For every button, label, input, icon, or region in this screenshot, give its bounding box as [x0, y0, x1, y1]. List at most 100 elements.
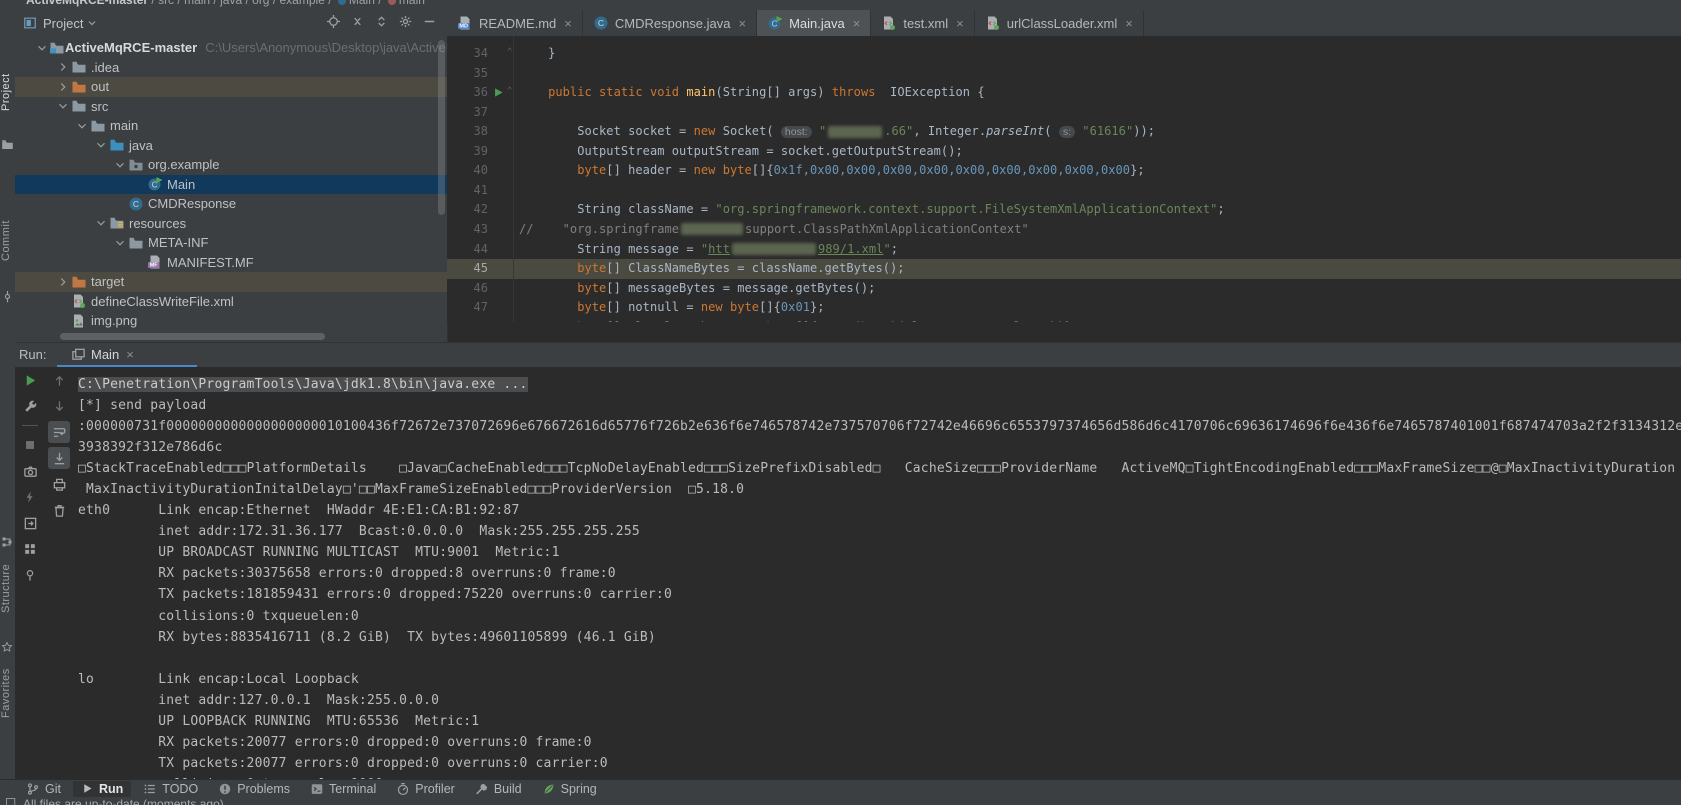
tool-stripe-favorites[interactable]: Favorites	[0, 660, 15, 726]
chevron-right-icon[interactable]	[54, 60, 71, 74]
rerun-button[interactable]	[19, 369, 41, 391]
chevron-down-icon[interactable]	[86, 17, 98, 29]
tree-item-cmdresponse[interactable]: CCMDResponse	[15, 194, 447, 214]
chevron-right-icon[interactable]	[54, 275, 71, 289]
code-token: [] header =	[606, 163, 693, 177]
commit-tool-icon[interactable]	[1, 290, 14, 303]
tree-item--idea[interactable]: .idea	[15, 58, 447, 78]
chevron-down-icon[interactable]	[35, 41, 49, 55]
tree-item-manifest-mf[interactable]: MFMANIFEST.MF	[15, 253, 447, 273]
code-token: 0x01	[781, 300, 810, 314]
breadcrumb-item[interactable]: Main	[349, 0, 375, 7]
tree-item-img-png[interactable]: img.png	[15, 311, 447, 331]
collapse-all-icon[interactable]	[350, 14, 365, 29]
breadcrumb-item[interactable]: java	[220, 0, 242, 7]
project-panel-header: Project	[15, 10, 447, 36]
wrench-button[interactable]	[19, 395, 41, 417]
arrow-up-button[interactable]	[48, 369, 70, 391]
zap-button[interactable]	[19, 486, 41, 508]
arrow-down-button[interactable]	[48, 395, 70, 417]
close-icon[interactable]: ×	[1125, 16, 1133, 31]
tab-readme-md[interactable]: MDREADME.md×	[447, 10, 583, 36]
pin-button[interactable]	[19, 564, 41, 586]
chevron-down-icon[interactable]	[73, 119, 90, 133]
settings-icon[interactable]	[398, 14, 413, 29]
code-editor[interactable]: 34⌃ }3536⌃ public static void main(Strin…	[447, 36, 1681, 322]
breadcrumb-item[interactable]: src	[158, 0, 174, 7]
toolwindow-button-terminal[interactable]: Terminal	[302, 781, 384, 797]
tree-item-target[interactable]: target	[15, 272, 447, 292]
run-tab-label: Main	[91, 347, 119, 362]
tool-stripe-project[interactable]: Project	[0, 55, 15, 130]
tab-urlclassloader-xml[interactable]: urlClassLoader.xml×	[975, 10, 1144, 36]
toolwindow-button-todo[interactable]: TODO	[135, 781, 206, 797]
run-line-icon[interactable]	[493, 87, 504, 102]
locate-icon[interactable]	[326, 14, 341, 29]
camera-button[interactable]	[19, 460, 41, 482]
folder-tool-icon[interactable]	[1, 138, 14, 151]
fold-marker-icon[interactable]: ⌃	[507, 47, 512, 57]
toolwindow-button-build[interactable]: Build	[467, 781, 530, 797]
tree-item-activemqrce-master[interactable]: ActiveMqRCE-masterC:\Users\Anonymous\Des…	[15, 38, 447, 58]
breadcrumb-item[interactable]: main	[399, 0, 425, 7]
close-icon[interactable]: ×	[853, 16, 861, 31]
code-token: , Integer.	[913, 124, 986, 138]
close-icon[interactable]: ×	[739, 16, 747, 31]
breadcrumb-item[interactable]: org	[252, 0, 269, 7]
code-token: Socket socket =	[519, 124, 694, 138]
scroll-end-button[interactable]	[48, 447, 70, 469]
toolwindow-button-git[interactable]: Git	[18, 781, 69, 797]
tab-main-java[interactable]: CMain.java×	[757, 10, 871, 36]
trash-button[interactable]	[48, 499, 70, 521]
svg-text:C: C	[598, 18, 604, 28]
breadcrumb-item[interactable]: main	[184, 0, 210, 7]
tab-cmdresponse-java[interactable]: CCMDResponse.java×	[583, 10, 757, 36]
tree-item-main[interactable]: CMain	[15, 175, 447, 195]
restore-button[interactable]	[19, 512, 41, 534]
tree-item-org-example[interactable]: org.example	[15, 155, 447, 175]
stop-button[interactable]	[19, 434, 41, 456]
tree-item-java[interactable]: java	[15, 136, 447, 156]
chevron-down-icon[interactable]	[111, 158, 128, 172]
expand-all-icon[interactable]	[374, 14, 389, 29]
project-panel-title[interactable]: Project	[43, 16, 83, 31]
tree-vertical-scrollbar[interactable]	[438, 40, 445, 215]
grid-button[interactable]	[19, 538, 41, 560]
close-icon[interactable]: ×	[126, 347, 134, 362]
run-tab-main[interactable]: Main ×	[63, 343, 142, 365]
close-icon[interactable]: ×	[564, 16, 572, 31]
breadcrumb-item[interactable]: ActiveMqRCE-master	[26, 0, 148, 7]
chevron-right-icon[interactable]	[54, 80, 71, 94]
close-icon[interactable]: ×	[956, 16, 964, 31]
tree-item-out[interactable]: out	[15, 77, 447, 97]
tool-stripe-commit[interactable]: Commit	[0, 206, 15, 276]
toolwindow-button-run[interactable]: Run	[73, 781, 131, 797]
printer-button[interactable]	[48, 473, 70, 495]
toolwindow-button-profiler[interactable]: Profiler	[388, 781, 463, 797]
tree-item-meta-inf[interactable]: META-INF	[15, 233, 447, 253]
chevron-down-icon[interactable]	[92, 138, 109, 152]
tool-stripe-structure[interactable]: Structure	[0, 555, 15, 621]
soft-wrap-button[interactable]	[48, 421, 70, 443]
chevron-down-icon[interactable]	[111, 236, 128, 250]
favorites-tool-icon[interactable]	[1, 641, 13, 653]
structure-tool-icon[interactable]	[1, 536, 13, 548]
line-number: 39	[447, 142, 488, 162]
tree-item-src[interactable]: src	[15, 97, 447, 117]
tree-item-main[interactable]: main	[15, 116, 447, 136]
tree-item-defineclasswritefile-xml[interactable]: defineClassWriteFile.xml	[15, 292, 447, 312]
toolwindow-button-spring[interactable]: Spring	[534, 781, 605, 797]
run-console[interactable]: C:\Penetration\ProgramTools\Java\jdk1.8\…	[78, 367, 1681, 780]
console-line: UP BROADCAST RUNNING MULTICAST MTU:9001 …	[78, 542, 1681, 563]
toolwindow-button-problems[interactable]: Problems	[210, 781, 298, 797]
tree-item-resources[interactable]: resources	[15, 214, 447, 234]
tree-item-label: main	[110, 118, 138, 133]
fold-marker-icon[interactable]: ⌃	[507, 86, 512, 96]
tree-horizontal-scrollbar[interactable]	[60, 333, 325, 340]
chevron-down-icon[interactable]	[54, 99, 71, 113]
chevron-down-icon[interactable]	[92, 216, 109, 230]
hide-icon[interactable]	[422, 14, 437, 29]
tab-test-xml[interactable]: test.xml×	[871, 10, 974, 36]
code-token: "	[812, 124, 827, 138]
breadcrumb-item[interactable]: example	[280, 0, 325, 7]
